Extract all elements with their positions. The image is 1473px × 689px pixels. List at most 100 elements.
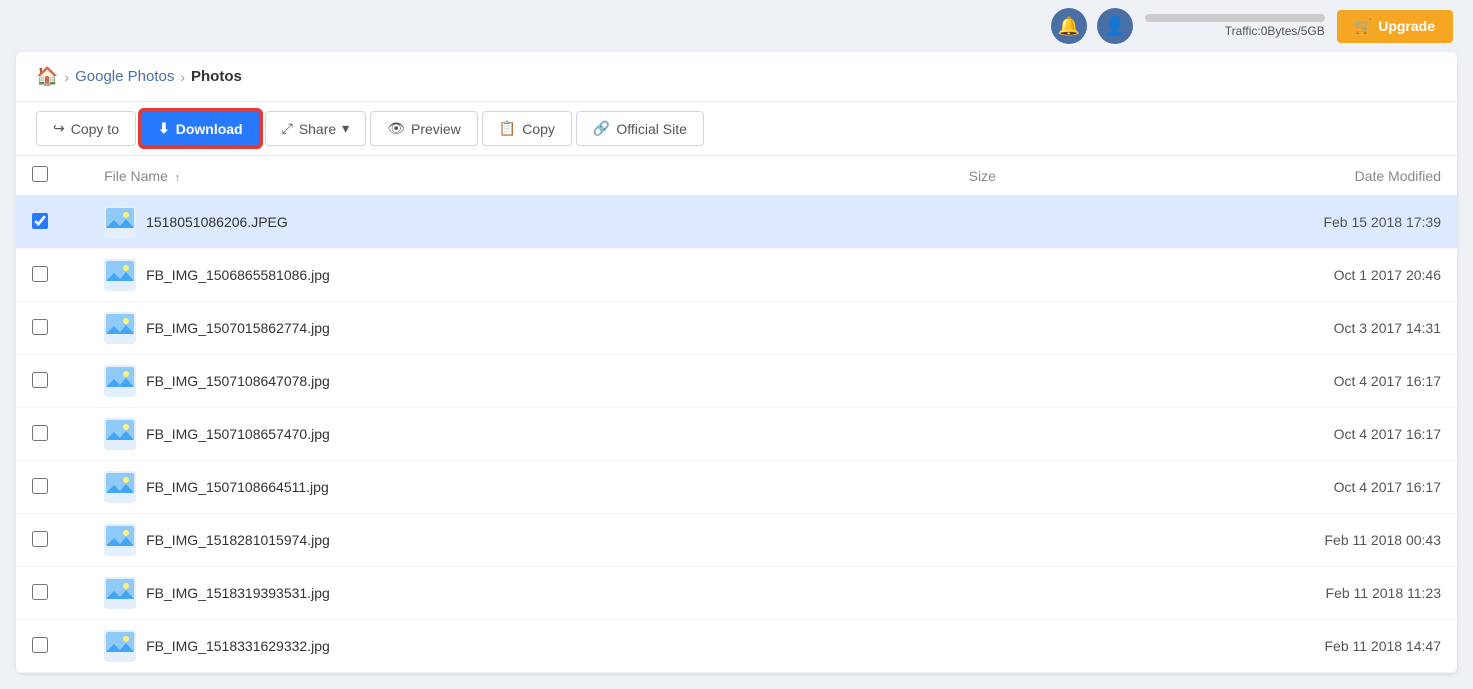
- row-filename-cell: FB_IMG_1507108664511.jpg: [88, 461, 953, 514]
- row-date-cell: Oct 1 2017 20:46: [1169, 249, 1457, 302]
- row-checkbox-cell[interactable]: [16, 355, 88, 408]
- table-row[interactable]: FB_IMG_1507108647078.jpg Oct 4 2017 16:17: [16, 355, 1457, 408]
- copy-to-button[interactable]: ↪ Copy to: [36, 111, 136, 146]
- row-date-cell: Oct 4 2017 16:17: [1169, 408, 1457, 461]
- row-filename-cell: FB_IMG_1507015862774.jpg: [88, 302, 953, 355]
- breadcrumb-current: Photos: [191, 68, 242, 85]
- table-row[interactable]: FB_IMG_1507108657470.jpg Oct 4 2017 16:17: [16, 408, 1457, 461]
- row-filename-cell: FB_IMG_1518319393531.jpg: [88, 567, 953, 620]
- breadcrumb-sep-1: ›: [64, 69, 69, 85]
- row-checkbox[interactable]: [32, 319, 48, 335]
- row-filename-text: FB_IMG_1518281015974.jpg: [146, 532, 330, 548]
- row-filename-cell: FB_IMG_1518331629332.jpg: [88, 620, 953, 673]
- file-thumbnail: [104, 577, 136, 609]
- row-checkbox-cell[interactable]: [16, 514, 88, 567]
- table-header-row: File Name ↑ Size Date Modified: [16, 156, 1457, 196]
- col-filename-header[interactable]: File Name ↑: [88, 156, 953, 196]
- official-site-button[interactable]: 🔗 Official Site: [576, 111, 704, 146]
- content-area: 🏠 › Google Photos › Photos ↪ Copy to ⬇ D…: [16, 52, 1457, 673]
- row-checkbox[interactable]: [32, 372, 48, 388]
- select-all-header[interactable]: [16, 156, 88, 196]
- sort-icon: ↑: [175, 172, 181, 184]
- table-row[interactable]: FB_IMG_1507108664511.jpg Oct 4 2017 16:17: [16, 461, 1457, 514]
- traffic-progress-bar: [1145, 14, 1325, 22]
- row-filename-text: 1518051086206.JPEG: [146, 214, 288, 230]
- row-checkbox-cell[interactable]: [16, 620, 88, 673]
- row-date-cell: Oct 4 2017 16:17: [1169, 355, 1457, 408]
- share-icon: ⤢: [282, 120, 293, 137]
- row-filename-cell: 1518051086206.JPEG: [88, 196, 953, 249]
- file-thumbnail: [104, 418, 136, 450]
- row-size-cell: [953, 567, 1169, 620]
- share-button[interactable]: ⤢ Share ▾: [265, 111, 367, 146]
- user-avatar-icon[interactable]: 👤: [1097, 8, 1133, 44]
- row-checkbox[interactable]: [32, 584, 48, 600]
- table-row[interactable]: FB_IMG_1518281015974.jpg Feb 11 2018 00:4…: [16, 514, 1457, 567]
- breadcrumb: 🏠 › Google Photos › Photos: [16, 52, 1457, 101]
- row-checkbox-cell[interactable]: [16, 302, 88, 355]
- row-date-cell: Feb 11 2018 14:47: [1169, 620, 1457, 673]
- file-thumbnail: [104, 206, 136, 238]
- file-table: File Name ↑ Size Date Modified 151805108…: [16, 156, 1457, 673]
- row-checkbox-cell[interactable]: [16, 249, 88, 302]
- row-size-cell: [953, 514, 1169, 567]
- breadcrumb-google-photos[interactable]: Google Photos: [75, 68, 174, 85]
- notification-bell-icon[interactable]: 🔔: [1051, 8, 1087, 44]
- row-filename-cell: FB_IMG_1506865581086.jpg: [88, 249, 953, 302]
- copy-to-icon: ↪: [53, 120, 65, 137]
- file-thumbnail: [104, 312, 136, 344]
- table-row[interactable]: 1518051086206.JPEG Feb 15 2018 17:39: [16, 196, 1457, 249]
- row-filename-text: FB_IMG_1518331629332.jpg: [146, 638, 330, 654]
- preview-icon: 👁: [387, 120, 405, 137]
- row-size-cell: [953, 196, 1169, 249]
- row-filename-cell: FB_IMG_1507108647078.jpg: [88, 355, 953, 408]
- select-all-checkbox[interactable]: [32, 166, 48, 182]
- upgrade-button[interactable]: 🛒 Upgrade: [1337, 10, 1453, 43]
- row-checkbox-cell[interactable]: [16, 408, 88, 461]
- breadcrumb-sep-2: ›: [180, 69, 185, 85]
- row-filename-text: FB_IMG_1507108647078.jpg: [146, 373, 330, 389]
- toolbar: ↪ Copy to ⬇ Download ⤢ Share ▾ 👁 Preview…: [16, 101, 1457, 156]
- row-date-cell: Oct 4 2017 16:17: [1169, 461, 1457, 514]
- row-checkbox[interactable]: [32, 531, 48, 547]
- row-checkbox[interactable]: [32, 637, 48, 653]
- file-thumbnail: [104, 259, 136, 291]
- col-size-header[interactable]: Size: [953, 156, 1169, 196]
- table-row[interactable]: FB_IMG_1518331629332.jpg Feb 11 2018 14:4…: [16, 620, 1457, 673]
- traffic-bar-container: Traffic:0Bytes/5GB: [1145, 14, 1325, 38]
- chevron-down-icon: ▾: [342, 120, 349, 137]
- table-row[interactable]: FB_IMG_1507015862774.jpgOct 3 2017 14:31: [16, 302, 1457, 355]
- row-date-cell: Feb 11 2018 00:43: [1169, 514, 1457, 567]
- row-date-cell: Feb 15 2018 17:39: [1169, 196, 1457, 249]
- traffic-label: Traffic:0Bytes/5GB: [1225, 24, 1325, 38]
- row-filename-text: FB_IMG_1507108657470.jpg: [146, 426, 330, 442]
- official-site-icon: 🔗: [593, 120, 610, 137]
- row-checkbox[interactable]: [32, 213, 48, 229]
- row-checkbox-cell[interactable]: [16, 196, 88, 249]
- row-filename-text: FB_IMG_1507108664511.jpg: [146, 479, 329, 495]
- copy-button[interactable]: 📋 Copy: [482, 111, 572, 146]
- row-checkbox-cell[interactable]: [16, 461, 88, 514]
- row-checkbox[interactable]: [32, 425, 48, 441]
- col-date-header[interactable]: Date Modified: [1169, 156, 1457, 196]
- row-checkbox-cell[interactable]: [16, 567, 88, 620]
- table-row[interactable]: FB_IMG_1518319393531.jpg Feb 11 2018 11:2…: [16, 567, 1457, 620]
- home-icon[interactable]: 🏠: [36, 66, 58, 87]
- row-size-cell: [953, 461, 1169, 514]
- row-date-cell: Feb 11 2018 11:23: [1169, 567, 1457, 620]
- row-size-cell: [953, 408, 1169, 461]
- row-checkbox[interactable]: [32, 266, 48, 282]
- row-filename-cell: FB_IMG_1518281015974.jpg: [88, 514, 953, 567]
- row-size-cell: [953, 355, 1169, 408]
- row-filename-text: FB_IMG_1507015862774.jpg: [146, 320, 330, 336]
- download-button[interactable]: ⬇ Download: [140, 110, 261, 147]
- preview-button[interactable]: 👁 Preview: [370, 111, 478, 146]
- table-row[interactable]: FB_IMG_1506865581086.jpg Oct 1 2017 20:46: [16, 249, 1457, 302]
- header: 🔔 👤 Traffic:0Bytes/5GB 🛒 Upgrade: [0, 0, 1473, 52]
- file-thumbnail: [104, 524, 136, 556]
- row-filename-text: FB_IMG_1518319393531.jpg: [146, 585, 330, 601]
- header-icons: 🔔 👤: [1051, 8, 1133, 44]
- row-filename-cell: FB_IMG_1507108657470.jpg: [88, 408, 953, 461]
- row-filename-text: FB_IMG_1506865581086.jpg: [146, 267, 330, 283]
- row-checkbox[interactable]: [32, 478, 48, 494]
